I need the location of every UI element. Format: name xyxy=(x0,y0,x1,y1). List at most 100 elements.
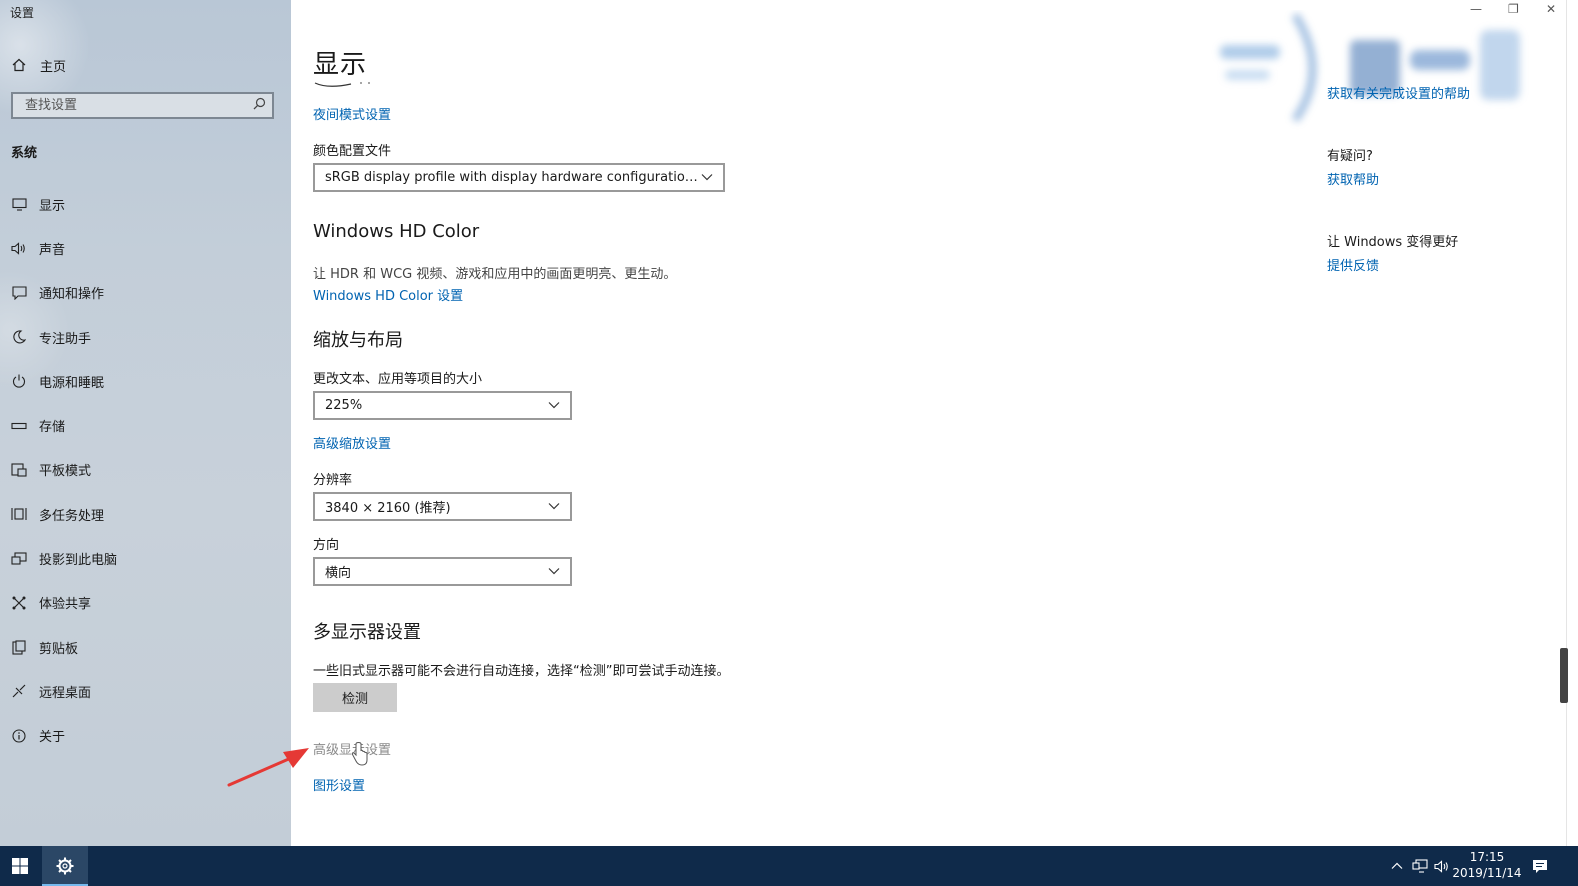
question-title: 有疑问? xyxy=(1327,149,1373,164)
sidebar-item-display[interactable]: 显示 xyxy=(0,182,291,226)
taskbar-clock[interactable]: 17:15 2019/11/14 xyxy=(1452,849,1522,881)
sidebar-item-label: 多任务处理 xyxy=(39,508,105,524)
sidebar-item-shared-experiences[interactable]: 体验共享 xyxy=(0,581,291,625)
sidebar-home[interactable]: 主页 xyxy=(10,54,66,76)
tablet-icon xyxy=(10,461,28,479)
sidebar-item-storage[interactable]: 存储 xyxy=(0,403,291,447)
hdr-section-title: Windows HD Color xyxy=(313,221,480,242)
orientation-label: 方向 xyxy=(313,538,340,553)
action-center-icon[interactable] xyxy=(1532,846,1548,886)
sidebar-item-clipboard[interactable]: 剪贴板 xyxy=(0,625,291,669)
remote-icon xyxy=(10,682,28,700)
sidebar-item-project[interactable]: 投影到此电脑 xyxy=(0,536,291,580)
storage-icon xyxy=(10,417,28,435)
detect-button[interactable]: 检测 xyxy=(313,683,397,712)
sidebar-item-tablet[interactable]: 平板模式 xyxy=(0,448,291,492)
color-profile-label: 颜色配置文件 xyxy=(313,144,392,159)
clipboard-icon xyxy=(10,638,28,656)
get-help-link[interactable]: 获取帮助 xyxy=(1327,169,1379,188)
night-light-link[interactable]: 夜间模式设置 xyxy=(313,104,391,123)
search-box[interactable] xyxy=(11,92,274,119)
advanced-scaling-link[interactable]: 高级缩放设置 xyxy=(313,433,391,452)
sidebar-item-multitasking[interactable]: 多任务处理 xyxy=(0,492,291,536)
scale-value: 225% xyxy=(325,398,363,413)
sidebar-item-sound[interactable]: 声音 xyxy=(0,226,291,270)
scrollbar-track[interactable] xyxy=(1566,0,1567,846)
sidebar-item-label: 投影到此电脑 xyxy=(39,553,118,569)
power-icon xyxy=(10,372,28,390)
sidebar-item-notifications[interactable]: 通知和操作 xyxy=(0,271,291,315)
improve-windows-title: 让 Windows 变得更好 xyxy=(1327,235,1459,250)
sidebar-item-label: 显示 xyxy=(39,198,66,214)
sidebar-item-power[interactable]: 电源和睡眠 xyxy=(0,359,291,403)
notification-icon xyxy=(10,284,28,302)
sidebar-item-label: 专注助手 xyxy=(39,331,92,347)
hand-cursor-icon xyxy=(351,742,368,766)
annotation-arrow-icon xyxy=(227,748,309,787)
minimize-button[interactable]: — xyxy=(1470,2,1482,16)
windows-logo-icon xyxy=(12,858,28,874)
share-icon xyxy=(10,594,28,612)
clock-time: 17:15 xyxy=(1469,850,1505,864)
sidebar-item-label: 声音 xyxy=(39,242,66,258)
monitor-icon xyxy=(10,195,28,213)
search-icon[interactable] xyxy=(253,97,266,114)
resolution-dropdown[interactable]: 3840 × 2160 (推荐) xyxy=(313,492,572,521)
taskbar-settings-app[interactable] xyxy=(42,846,88,886)
hdr-settings-link[interactable]: Windows HD Color 设置 xyxy=(313,285,463,304)
hdr-description: 让 HDR 和 WCG 视频、游戏和应用中的画面更明亮、更生动。 xyxy=(313,267,677,282)
resolution-label: 分辨率 xyxy=(313,473,353,488)
sidebar-nav: 显示 声音 通知和操作 专注助手 电源和睡眠 存储 平板模式 多任务处理 投影到… xyxy=(0,182,291,758)
orientation-value: 横向 xyxy=(325,566,352,581)
scroll-cutoff-mark xyxy=(314,82,370,87)
sidebar-item-label: 剪贴板 xyxy=(39,641,79,657)
chevron-down-icon xyxy=(701,170,713,185)
orientation-dropdown[interactable]: 横向 xyxy=(313,557,572,586)
maximize-button[interactable]: ❐ xyxy=(1508,2,1519,16)
sidebar-item-focus-assist[interactable]: 专注助手 xyxy=(0,315,291,359)
sidebar-item-label: 电源和睡眠 xyxy=(39,375,105,391)
graphics-settings-link[interactable]: 图形设置 xyxy=(313,775,365,794)
sidebar-item-label: 关于 xyxy=(39,730,66,746)
multi-display-description: 一些旧式显示器可能不会进行自动连接，选择“检测”即可尝试手动连接。 xyxy=(313,664,730,679)
help-link[interactable]: 获取有关完成设置的帮助 xyxy=(1327,83,1470,102)
window-title: 设置 xyxy=(10,6,35,20)
chevron-down-icon xyxy=(548,499,560,514)
moon-icon xyxy=(10,328,28,346)
scale-dropdown[interactable]: 225% xyxy=(313,391,572,420)
sidebar-item-remote-desktop[interactable]: 远程桌面 xyxy=(0,669,291,713)
taskbar: 17:15 2019/11/14 xyxy=(0,846,1578,886)
sidebar-home-label: 主页 xyxy=(40,59,67,75)
multi-display-section-title: 多显示器设置 xyxy=(313,622,421,643)
start-button[interactable] xyxy=(0,846,40,886)
sidebar-item-label: 体验共享 xyxy=(39,597,92,613)
gear-icon xyxy=(56,857,74,875)
network-icon[interactable] xyxy=(1412,846,1428,886)
volume-icon[interactable] xyxy=(1434,846,1449,886)
search-input[interactable] xyxy=(23,97,253,114)
clock-date: 2019/11/14 xyxy=(1452,866,1522,880)
chevron-down-icon xyxy=(548,398,560,413)
sidebar-item-label: 通知和操作 xyxy=(39,287,105,303)
sidebar-item-label: 远程桌面 xyxy=(39,685,92,701)
color-profile-dropdown[interactable]: sRGB display profile with display hardwa… xyxy=(313,163,725,192)
scale-section-title: 缩放与布局 xyxy=(313,330,403,351)
color-profile-value: sRGB display profile with display hardwa… xyxy=(325,170,701,185)
page-title: 显示 xyxy=(313,50,368,80)
info-icon xyxy=(10,727,28,745)
project-icon xyxy=(10,550,28,568)
close-button[interactable]: ✕ xyxy=(1546,2,1556,16)
scale-label: 更改文本、应用等项目的大小 xyxy=(313,372,483,387)
chevron-down-icon xyxy=(548,564,560,579)
sidebar: 设置 主页 系统 显示 声音 通知和操作 专注助手 xyxy=(0,0,291,846)
multitask-icon xyxy=(10,505,28,523)
tray-chevron-up-icon[interactable] xyxy=(1391,846,1403,886)
home-icon xyxy=(10,58,28,72)
resolution-value: 3840 × 2160 (推荐) xyxy=(325,501,451,516)
speaker-icon xyxy=(10,239,28,257)
feedback-link[interactable]: 提供反馈 xyxy=(1327,255,1379,274)
sidebar-item-label: 平板模式 xyxy=(39,464,92,480)
sidebar-item-label: 存储 xyxy=(39,420,66,436)
sidebar-section-label: 系统 xyxy=(11,146,38,161)
scrollbar-thumb[interactable] xyxy=(1560,648,1568,703)
